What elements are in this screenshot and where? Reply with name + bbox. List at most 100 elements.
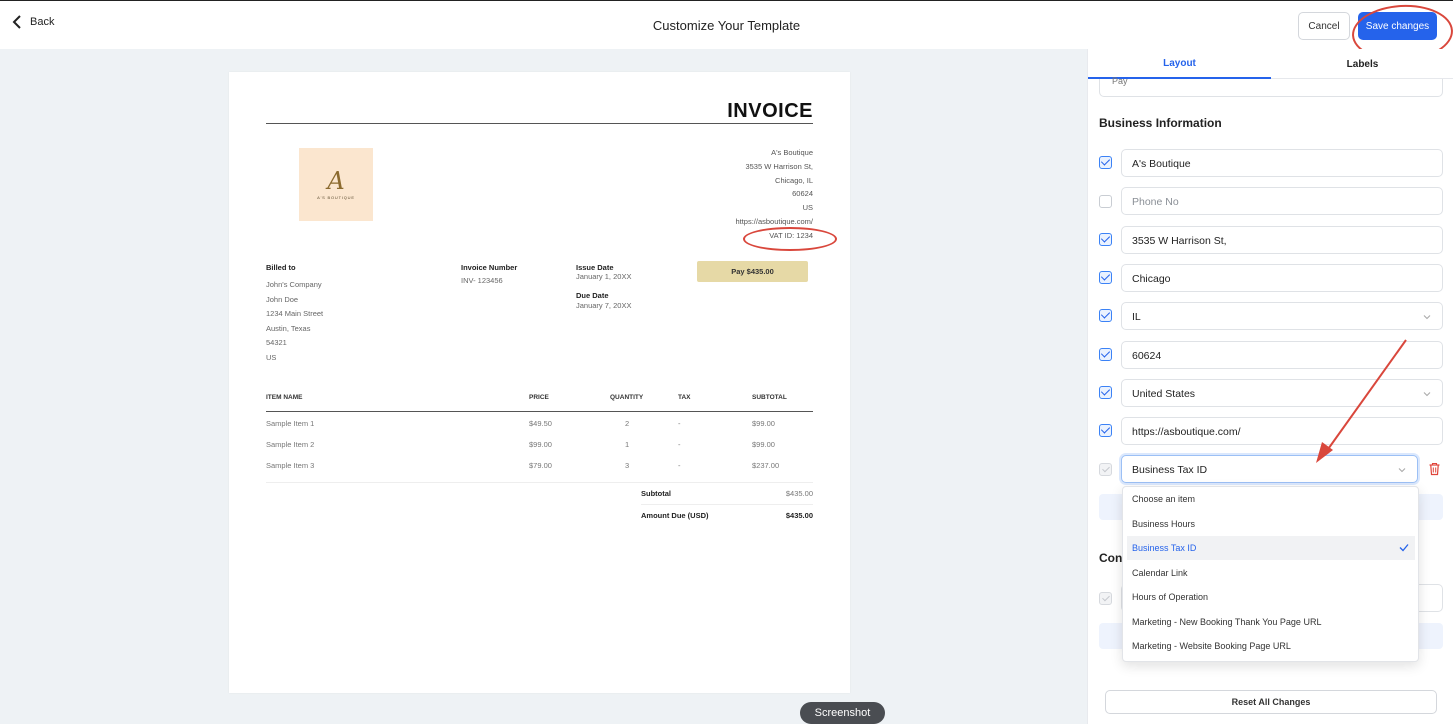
- business-website: https://asboutique.com/: [735, 216, 813, 226]
- street-field[interactable]: 3535 W Harrison St,: [1121, 226, 1443, 254]
- phone-placeholder: Phone No: [1132, 196, 1179, 208]
- business-logo: A A'S BOUTIQUE: [299, 148, 373, 221]
- section-title-contact: Con: [1099, 551, 1123, 565]
- checkbox-city[interactable]: [1099, 271, 1112, 284]
- state-select[interactable]: IL: [1121, 302, 1443, 330]
- table-cell: $79.00: [529, 461, 552, 470]
- table-cell: -: [678, 440, 681, 449]
- table-cell: $99.00: [752, 419, 775, 428]
- page-title: Customize Your Template: [652, 18, 801, 33]
- menu-item-hours-of-operation[interactable]: Hours of Operation: [1123, 585, 1418, 609]
- reset-all-changes-button[interactable]: Reset All Changes: [1105, 690, 1437, 714]
- menu-item-marketing-thank-you[interactable]: Marketing - New Booking Thank You Page U…: [1123, 610, 1418, 634]
- street-value: 3535 W Harrison St,: [1132, 235, 1227, 247]
- business-name-value: A's Boutique: [1132, 158, 1191, 170]
- zip-value: 60624: [1132, 350, 1162, 362]
- menu-item-calendar-link[interactable]: Calendar Link: [1123, 561, 1418, 585]
- top-bar: Back Customize Your Template Cancel Save…: [0, 0, 1453, 64]
- logo-letter: A: [327, 167, 345, 195]
- menu-item-business-tax-id[interactable]: Business Tax ID: [1127, 536, 1415, 560]
- amount-due-label: Amount Due (USD): [641, 511, 709, 520]
- subtotal-value: $435.00: [785, 489, 813, 498]
- custom-field-select[interactable]: Business Tax ID: [1121, 455, 1418, 483]
- city-value: Chicago: [1132, 273, 1171, 285]
- col-quantity: QUANTITY: [610, 394, 644, 401]
- billed-street: 1234 Main Street: [266, 309, 324, 318]
- country-value: United States: [1132, 388, 1196, 400]
- billed-person: John Doe: [266, 294, 299, 304]
- invoice-title: INVOICE: [727, 100, 813, 122]
- table-cell: $99.00: [529, 440, 552, 449]
- phone-field[interactable]: Phone No: [1121, 187, 1443, 215]
- business-vat-id: VAT ID: 1234: [769, 230, 813, 240]
- amount-due-value: $435.00: [785, 511, 813, 520]
- table-cell: -: [678, 419, 681, 428]
- pay-label-value: Pay: [1112, 76, 1128, 86]
- billed-city: Austin, Texas: [266, 323, 311, 333]
- billed-zip: 54321: [266, 338, 287, 347]
- table-cell: Sample Item 2: [266, 440, 315, 449]
- col-item-name: ITEM NAME: [266, 394, 303, 401]
- table-header-rule: [266, 411, 813, 412]
- website-field[interactable]: https://asboutique.com/: [1121, 417, 1443, 445]
- chevron-down-icon: [1423, 392, 1431, 397]
- city-field[interactable]: Chicago: [1121, 264, 1443, 292]
- table-cell: -: [678, 461, 681, 470]
- table-cell: $99.00: [752, 440, 775, 449]
- menu-item-choose[interactable]: Choose an item: [1123, 487, 1418, 511]
- business-city: Chicago, IL: [775, 175, 813, 185]
- checkbox-zip[interactable]: [1099, 348, 1112, 361]
- col-tax: TAX: [678, 394, 691, 401]
- menu-item-business-hours[interactable]: Business Hours: [1123, 512, 1418, 536]
- checkbox-custom-field[interactable]: [1099, 463, 1112, 476]
- screenshot-overlay-label: Screenshot: [800, 702, 885, 724]
- business-info-block: A's Boutique 3535 W Harrison St, Chicago…: [735, 146, 813, 243]
- col-price: PRICE: [529, 394, 549, 401]
- cancel-button[interactable]: Cancel: [1298, 12, 1350, 40]
- table-cell: 2: [625, 419, 630, 428]
- invoice-number-label: Invoice Number: [461, 263, 518, 272]
- menu-item-marketing-booking[interactable]: Marketing - Website Booking Page URL: [1123, 634, 1418, 658]
- totals-divider: [641, 504, 813, 505]
- invoice-number-value: INV- 123456: [461, 276, 503, 285]
- business-name-field[interactable]: A's Boutique: [1121, 149, 1443, 177]
- checkbox-website[interactable]: [1099, 424, 1112, 437]
- checkbox-country[interactable]: [1099, 386, 1112, 399]
- subtotal-label: Subtotal: [641, 489, 671, 498]
- issue-date-value: January 1, 20XX: [576, 272, 632, 281]
- business-street: 3535 W Harrison St,: [745, 161, 813, 171]
- save-changes-button[interactable]: Save changes: [1358, 12, 1437, 40]
- billed-company: John's Company: [266, 280, 322, 289]
- checkbox-state[interactable]: [1099, 309, 1112, 322]
- business-zip: 60624: [792, 189, 813, 199]
- table-cell: 1: [625, 440, 630, 449]
- table-cell: Sample Item 3: [266, 461, 315, 470]
- table-cell: $237.00: [752, 461, 780, 470]
- pay-label-input[interactable]: Pay: [1099, 76, 1443, 97]
- table-cell: Sample Item 1: [266, 419, 315, 428]
- state-value: IL: [1132, 311, 1141, 323]
- checkbox-phone[interactable]: [1099, 195, 1112, 208]
- preview-canvas: INVOICE A A'S BOUTIQUE A's Boutique 3535…: [0, 49, 1087, 724]
- table-cell: 3: [625, 461, 630, 470]
- country-select[interactable]: United States: [1121, 379, 1443, 407]
- chevron-down-icon: [1398, 468, 1406, 473]
- trash-icon[interactable]: [1428, 462, 1441, 476]
- zip-field[interactable]: 60624: [1121, 341, 1443, 369]
- tab-labels[interactable]: Labels: [1271, 49, 1453, 79]
- website-value: https://asboutique.com/: [1132, 426, 1241, 438]
- checkbox-contact-field[interactable]: [1099, 592, 1112, 605]
- due-date-value: January 7, 20XX: [576, 301, 632, 310]
- title-divider: [266, 123, 813, 124]
- custom-field-dropdown-menu: Choose an item Business Hours Business T…: [1122, 486, 1419, 662]
- tab-layout[interactable]: Layout: [1088, 49, 1271, 79]
- checkbox-street[interactable]: [1099, 233, 1112, 246]
- business-name: A's Boutique: [771, 148, 813, 157]
- checkbox-business-name[interactable]: [1099, 156, 1112, 169]
- table-bottom-rule: [266, 482, 813, 483]
- pay-button[interactable]: Pay $435.00: [697, 261, 808, 282]
- chevron-down-icon: [1423, 315, 1431, 320]
- col-subtotal: SUBTOTAL: [752, 394, 787, 401]
- section-title-business-info: Business Information: [1099, 116, 1222, 130]
- custom-field-value: Business Tax ID: [1132, 464, 1208, 476]
